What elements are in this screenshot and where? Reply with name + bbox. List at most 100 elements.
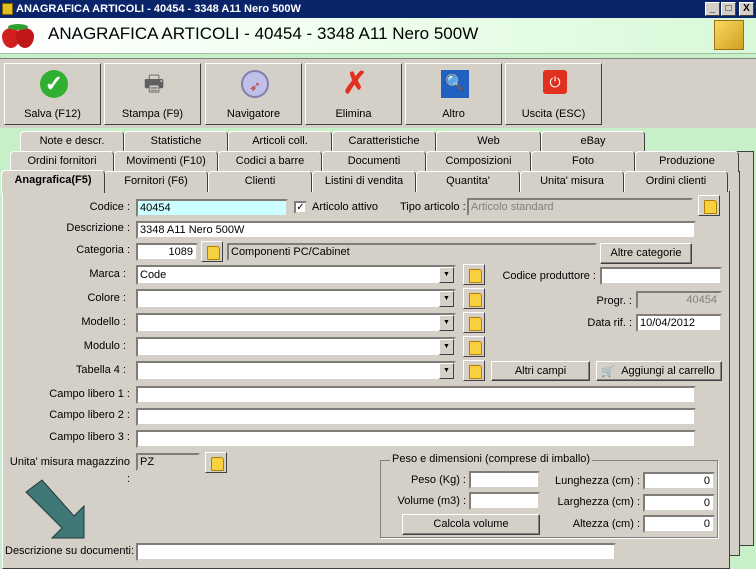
save-label: Salva (F12) [24, 108, 81, 120]
chevron-down-icon[interactable]: ▼ [439, 363, 454, 379]
lunghezza-input[interactable]: 0 [643, 472, 715, 490]
tab-fornitori[interactable]: Fornitori (F6) [104, 171, 208, 192]
tab-unita-misura[interactable]: Unita' misura [520, 171, 624, 192]
navigator-button[interactable]: ➶ Navigatore [205, 63, 302, 125]
chevron-down-icon[interactable]: ▼ [439, 267, 454, 283]
data-rif-label: Data rif. : [587, 317, 632, 329]
tab-caratteristiche[interactable]: Caratteristiche [332, 131, 436, 152]
tab-quantita[interactable]: Quantita' [416, 171, 520, 192]
compass-icon: ➶ [241, 70, 269, 98]
window-title: ANAGRAFICA ARTICOLI - 40454 - 3348 A11 N… [16, 3, 301, 15]
close-button[interactable]: X [739, 2, 754, 16]
data-rif-input[interactable]: 10/04/2012 [636, 314, 722, 332]
volume-input[interactable] [469, 492, 540, 510]
colore-label: Colore : [87, 292, 126, 304]
tab-articoli-coll[interactable]: Articoli coll. [228, 131, 332, 152]
delete-x-icon: ✗ [342, 67, 368, 100]
categoria-folder-icon[interactable] [201, 241, 223, 262]
categoria-code-input[interactable]: 1089 [136, 243, 198, 261]
campo2-label: Campo libero 2 : [49, 409, 130, 421]
tab-ebay[interactable]: eBay [541, 131, 645, 152]
tab-documenti[interactable]: Documenti [322, 151, 426, 172]
print-button[interactable]: 🖶 Stampa (F9) [104, 63, 201, 125]
codice-produttore-input[interactable] [600, 267, 722, 285]
tab-statistiche[interactable]: Statistiche [124, 131, 228, 152]
peso-label: Peso (Kg) : [410, 474, 466, 486]
tab-ordini-fornitori[interactable]: Ordini fornitori [10, 151, 114, 172]
tab-foto[interactable]: Foto [531, 151, 635, 172]
altre-categorie-button[interactable]: Altre categorie [600, 243, 692, 264]
chevron-down-icon[interactable]: ▼ [439, 315, 454, 331]
descrizione-documenti-input[interactable] [136, 543, 616, 561]
tipo-articolo-folder-icon[interactable] [698, 195, 720, 216]
larghezza-label: Larghezza (cm) : [557, 496, 640, 508]
larghezza-input[interactable]: 0 [643, 494, 715, 512]
aggiungi-carrello-label: Aggiungi al carrello [621, 365, 715, 377]
exit-button[interactable]: ⏻ Uscita (ESC) [505, 63, 602, 125]
tab-codici-barre[interactable]: Codici a barre [218, 151, 322, 172]
colore-select[interactable]: ▼ [136, 289, 456, 309]
unita-misura-folder-icon[interactable] [205, 452, 227, 473]
power-icon: ⏻ [543, 70, 567, 94]
chevron-down-icon[interactable]: ▼ [439, 291, 454, 307]
tab-ordini-clienti[interactable]: Ordini clienti [624, 171, 728, 192]
marca-select[interactable]: Code ▼ [136, 265, 456, 285]
volume-label: Volume (m3) : [397, 495, 466, 507]
maximize-button[interactable]: □ [721, 2, 736, 16]
tab-web[interactable]: Web [436, 131, 541, 152]
campo3-label: Campo libero 3 : [49, 431, 130, 443]
check-icon: ✓ [40, 70, 68, 98]
altezza-label: Altezza (cm) : [572, 518, 640, 530]
campo3-input[interactable] [136, 430, 696, 448]
tab-produzione[interactable]: Produzione [635, 151, 739, 172]
tabella4-select[interactable]: ▼ [136, 361, 456, 381]
navigator-label: Navigatore [226, 108, 281, 120]
marca-label: Marca : [89, 268, 126, 280]
delete-label: Elimina [335, 108, 372, 120]
categoria-name-display: Componenti PC/Cabinet [227, 243, 597, 261]
peso-input[interactable] [469, 471, 540, 489]
modello-select[interactable]: ▼ [136, 313, 456, 333]
colore-folder-icon[interactable] [463, 288, 485, 309]
codice-label: Codice : [89, 201, 130, 213]
tab-clienti[interactable]: Clienti [208, 171, 312, 192]
tab-note[interactable]: Note e descr. [20, 131, 124, 152]
descrizione-input[interactable]: 3348 A11 Nero 500W [136, 221, 696, 239]
minimize-button[interactable]: _ [705, 2, 720, 16]
marca-value: Code [140, 269, 167, 281]
modello-folder-icon[interactable] [463, 312, 485, 333]
campo1-input[interactable] [136, 386, 696, 404]
descrizione-documenti-label: Descrizione su documenti: [5, 545, 135, 557]
other-button[interactable]: 🔍 Altro [405, 63, 502, 125]
peso-dimensioni-label: Peso e dimensioni (comprese di imballo) [390, 453, 593, 465]
chevron-down-icon[interactable]: ▼ [439, 339, 454, 355]
strawberry-logo-icon [2, 24, 38, 48]
codice-input[interactable]: 40454 [136, 199, 288, 217]
aggiungi-carrello-button[interactable]: 🛒 Aggiungi al carrello [596, 361, 722, 381]
tabella4-label: Tabella 4 : [75, 364, 126, 376]
tab-listini[interactable]: Listini di vendita [312, 171, 416, 192]
modulo-folder-icon[interactable] [463, 336, 485, 357]
book-search-icon: 🔍 [441, 70, 469, 98]
tab-movimenti[interactable]: Movimenti (F10) [114, 151, 218, 172]
articolo-attivo-checkbox[interactable]: ✓ [294, 201, 307, 214]
tabella4-folder-icon[interactable] [463, 360, 485, 381]
tipo-articolo-input[interactable]: Articolo standard [467, 198, 693, 216]
modulo-select[interactable]: ▼ [136, 337, 456, 357]
altezza-input[interactable]: 0 [643, 515, 715, 533]
printer-icon: 🖶 [143, 71, 165, 96]
altri-campi-button[interactable]: Altri campi [491, 361, 590, 381]
header: ANAGRAFICA ARTICOLI - 40454 - 3348 A11 N… [0, 18, 756, 54]
tipo-articolo-label: Tipo articolo : [400, 201, 466, 213]
articolo-attivo-label: Articolo attivo [312, 201, 379, 213]
page-title: ANAGRAFICA ARTICOLI - 40454 - 3348 A11 N… [48, 24, 479, 43]
other-label: Altro [442, 108, 465, 120]
save-button[interactable]: ✓ Salva (F12) [4, 63, 101, 125]
exit-label: Uscita (ESC) [521, 108, 586, 120]
campo2-input[interactable] [136, 408, 696, 426]
calcola-volume-button[interactable]: Calcola volume [402, 514, 540, 535]
tab-anagrafica[interactable]: Anagrafica(F5) [1, 170, 105, 193]
tab-composizioni[interactable]: Composizioni [426, 151, 531, 172]
delete-button[interactable]: ✗ Elimina [305, 63, 402, 125]
modello-label: Modello : [81, 316, 126, 328]
